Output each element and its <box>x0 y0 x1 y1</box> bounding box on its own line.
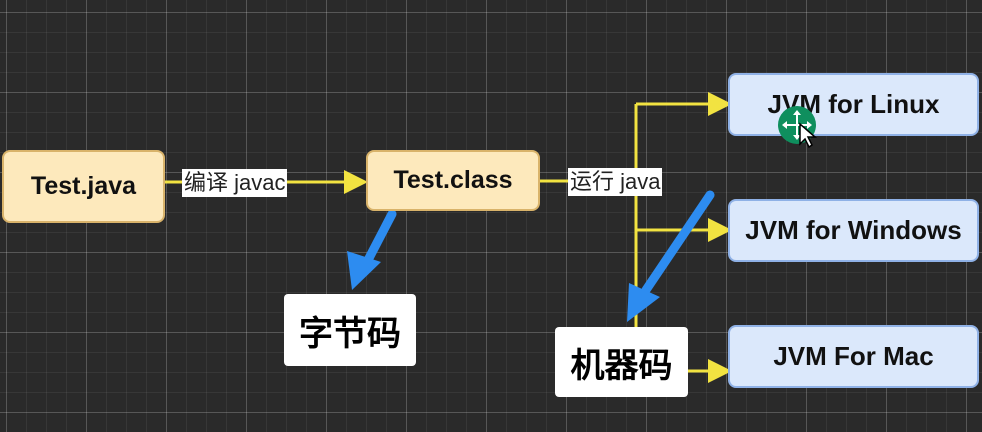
bytecode-callout[interactable]: 字节码 <box>284 294 416 366</box>
node-jvm-linux[interactable]: JVM for Linux <box>728 73 979 136</box>
machine-code-pointer-arrow <box>627 190 715 322</box>
move-cursor-icon <box>778 106 818 149</box>
node-jvm-windows[interactable]: JVM for Windows <box>728 199 979 262</box>
node-jvm-mac[interactable]: JVM For Mac <box>728 325 979 388</box>
run-edge-label[interactable]: 运行 java <box>568 168 663 196</box>
node-jvm-mac-label: JVM For Mac <box>773 341 934 371</box>
compile-edge-label[interactable]: 编译 javac <box>182 169 288 197</box>
node-jvm-windows-label: JVM for Windows <box>745 215 962 245</box>
machine-code-callout[interactable]: 机器码 <box>555 327 688 397</box>
node-test-java-label: Test.java <box>30 172 137 200</box>
node-test-class[interactable]: Test.class <box>366 150 540 211</box>
node-test-class-label: Test.class <box>393 166 513 194</box>
bytecode-pointer-arrow <box>347 209 397 290</box>
node-test-java[interactable]: Test.java <box>2 150 165 223</box>
